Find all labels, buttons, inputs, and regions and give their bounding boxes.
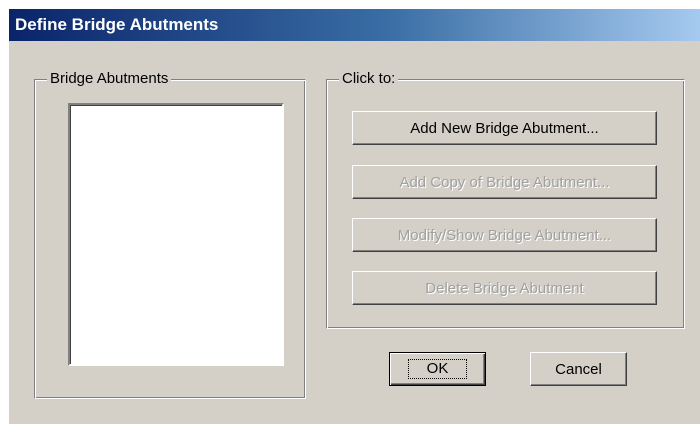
modify-show-abutment-button[interactable]: Modify/Show Bridge Abutment... [352, 218, 657, 252]
window-title: Define Bridge Abutments [9, 9, 700, 41]
ok-button-label: OK [407, 359, 468, 379]
add-new-abutment-button[interactable]: Add New Bridge Abutment... [352, 111, 657, 145]
actions-group-label: Click to: [339, 69, 399, 89]
bridge-abutments-list[interactable] [68, 103, 284, 366]
delete-abutment-button[interactable]: Delete Bridge Abutment [352, 271, 657, 305]
ok-button[interactable]: OK [389, 352, 486, 386]
add-copy-abutment-button[interactable]: Add Copy of Bridge Abutment... [352, 165, 657, 199]
bridge-abutments-group-label: Bridge Abutments [47, 69, 172, 89]
define-bridge-abutments-dialog: Define Bridge Abutments Bridge Abutments… [8, 8, 700, 424]
actions-group: Click to: Add New Bridge Abutment... Add… [326, 69, 685, 329]
bridge-abutments-group: Bridge Abutments [34, 69, 306, 399]
cancel-button[interactable]: Cancel [530, 352, 627, 386]
dialog-client-area: Bridge Abutments Click to: Add New Bridg… [9, 41, 700, 425]
